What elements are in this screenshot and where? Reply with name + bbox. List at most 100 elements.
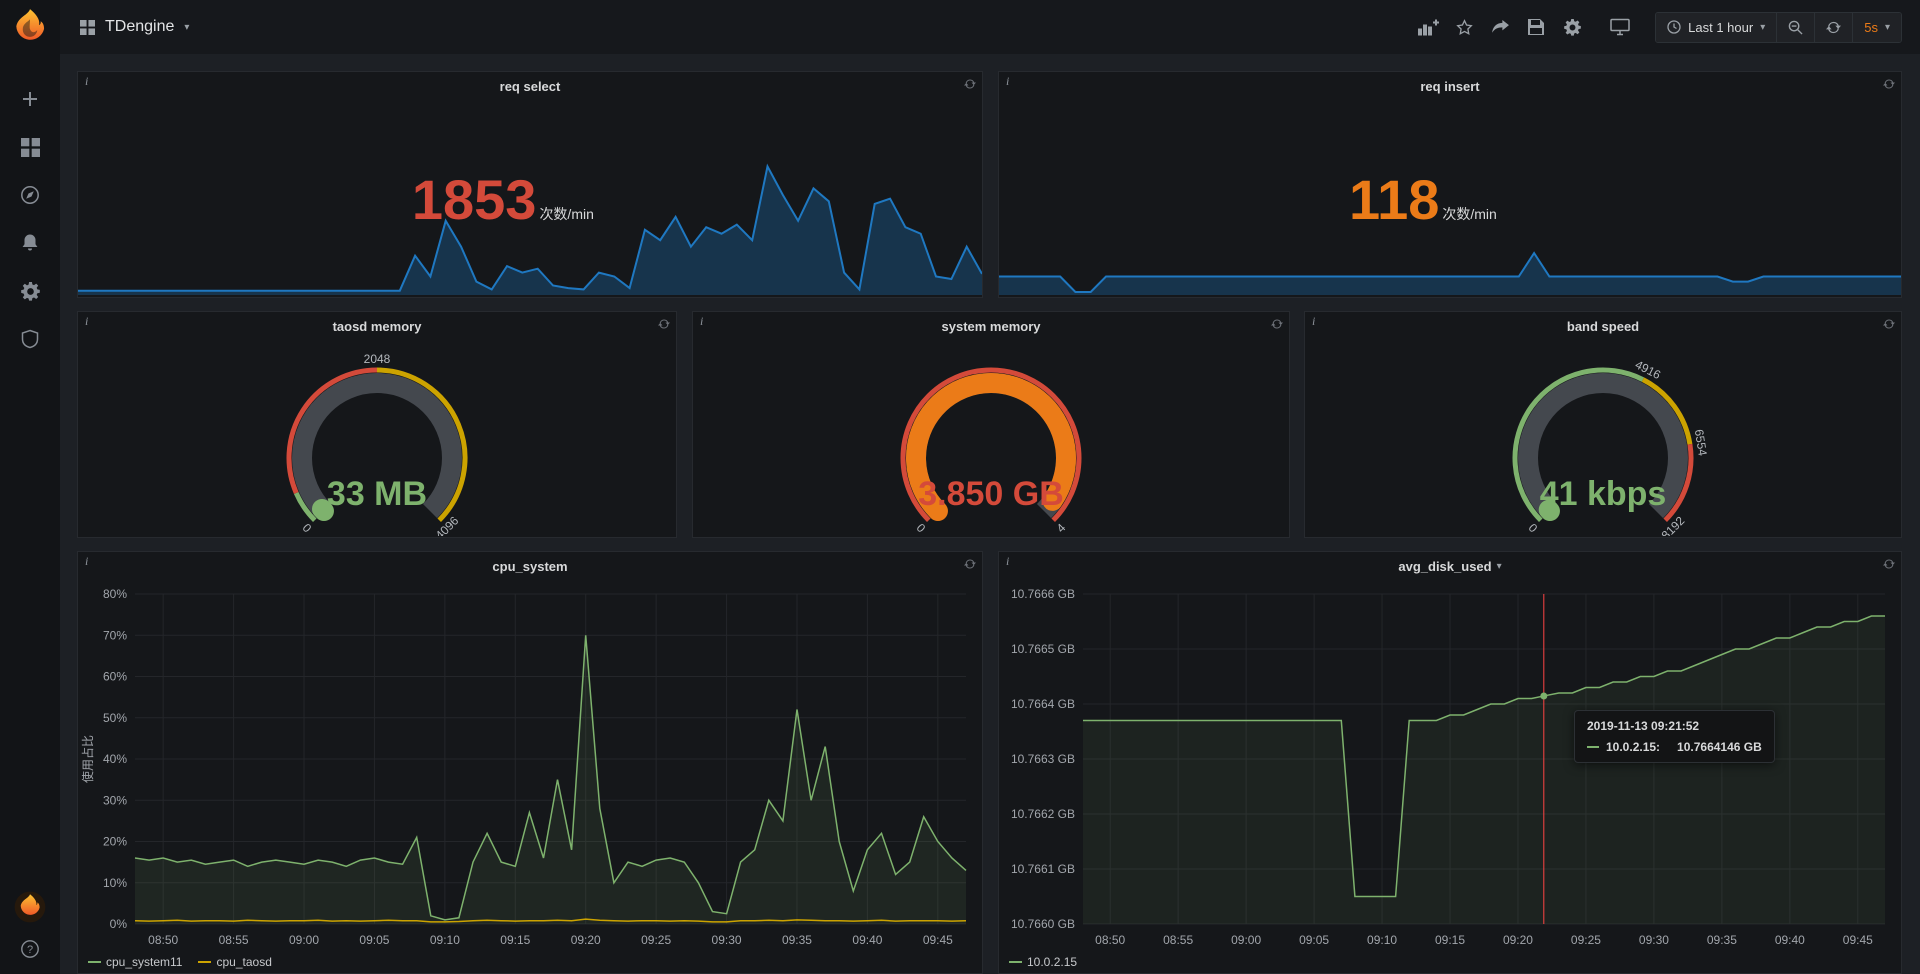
time-range-picker[interactable]: Last 1 hour ▾ (1656, 13, 1776, 42)
sidebar-item-explore[interactable] (19, 184, 41, 206)
save-icon (1528, 19, 1544, 35)
graph-tooltip: 2019-11-13 09:21:52 10.0.2.15: 10.766414… (1574, 710, 1775, 763)
svg-text:09:35: 09:35 (1707, 933, 1737, 947)
svg-text:09:45: 09:45 (923, 933, 953, 947)
panel-loading-icon (1883, 558, 1895, 573)
avg-disk-used-legend: 10.0.2.15 (1009, 955, 1077, 969)
svg-text:70%: 70% (103, 628, 127, 642)
panel-info-icon[interactable]: i (700, 314, 703, 329)
svg-text:0: 0 (914, 521, 929, 536)
svg-text:08:50: 08:50 (1095, 933, 1125, 947)
panel-avg-disk-used: i avg_disk_used ▾ 10.7660 GB 10.7661 GB 10… (998, 551, 1902, 974)
panel-loading-icon (964, 558, 976, 573)
svg-text:10.7661 GB: 10.7661 GB (1011, 862, 1075, 876)
refresh-interval-picker[interactable]: 5s ▾ (1852, 13, 1901, 42)
legend-item[interactable]: 10.0.2.15 (1009, 955, 1077, 969)
panel-info-icon[interactable]: i (85, 74, 88, 89)
tooltip-timestamp: 2019-11-13 09:21:52 (1587, 719, 1762, 733)
panel-info-icon[interactable]: i (1312, 314, 1315, 329)
zoom-out-button[interactable] (1776, 13, 1814, 42)
svg-text:10.7666 GB: 10.7666 GB (1011, 587, 1075, 601)
gear-icon (21, 282, 40, 301)
dashboard-picker[interactable]: TDengine ▾ (80, 18, 189, 36)
chevron-down-icon: ▾ (1885, 22, 1890, 33)
svg-text:6554: 6554 (1692, 428, 1710, 457)
gear-icon (1564, 19, 1581, 36)
svg-text:80%: 80% (103, 587, 127, 601)
svg-text:10.7665 GB: 10.7665 GB (1011, 642, 1075, 656)
panel-info-icon[interactable]: i (1006, 554, 1009, 569)
panel-info-icon[interactable]: i (85, 314, 88, 329)
app: ? TDengine ▾ (0, 0, 1920, 974)
refresh-button[interactable] (1814, 13, 1852, 42)
svg-text:?: ? (27, 944, 33, 956)
sidebar-item-configuration[interactable] (19, 280, 41, 302)
zoom-out-icon (1788, 20, 1803, 35)
svg-text:09:30: 09:30 (1639, 933, 1669, 947)
refresh-interval-label: 5s (1864, 20, 1878, 35)
svg-text:09:10: 09:10 (1367, 933, 1397, 947)
save-dashboard-button[interactable] (1525, 16, 1547, 38)
help-button[interactable]: ? (20, 939, 40, 962)
panel-header-cpu-system[interactable]: cpu_system (78, 552, 982, 580)
time-range-label: Last 1 hour (1688, 20, 1753, 35)
explore-compass-icon (20, 185, 40, 205)
svg-text:09:40: 09:40 (852, 933, 882, 947)
panel-header-taosd-memory[interactable]: taosd memory (78, 312, 676, 340)
dashboards-icon (21, 138, 40, 157)
cycle-view-mode-button[interactable] (1609, 16, 1631, 38)
dashboard: i req select 1853 次数/min i req insert (60, 54, 1920, 974)
panel-header-avg-disk-used[interactable]: avg_disk_used ▾ (999, 552, 1901, 580)
cpu-system-graph[interactable]: 0%10%20%30%40%50%60%70%80%08:5008:5509:0… (78, 580, 982, 972)
svg-text:09:00: 09:00 (289, 933, 319, 947)
panel-title: cpu_system (492, 559, 567, 574)
star-dashboard-button[interactable] (1453, 16, 1475, 38)
svg-text:0%: 0% (110, 917, 128, 931)
svg-text:20%: 20% (103, 835, 127, 849)
share-dashboard-button[interactable] (1489, 16, 1511, 38)
sidebar-item-alerting[interactable] (19, 232, 41, 254)
grafana-logo[interactable] (11, 8, 49, 46)
bell-icon (20, 233, 40, 253)
clock-icon (1667, 20, 1681, 34)
svg-text:50%: 50% (103, 711, 127, 725)
panel-title: avg_disk_used (1398, 559, 1491, 574)
svg-text:09:05: 09:05 (1299, 933, 1329, 947)
svg-text:10.7663 GB: 10.7663 GB (1011, 752, 1075, 766)
panel-info-icon[interactable]: i (85, 554, 88, 569)
svg-text:10.7660 GB: 10.7660 GB (1011, 917, 1075, 931)
avg-disk-used-graph[interactable]: 10.7660 GB10.7661 GB10.7662 GB10.7663 GB… (999, 580, 1901, 972)
main-area: TDengine ▾ (60, 0, 1920, 974)
tooltip-series-swatch (1587, 746, 1599, 748)
panel-header-req-insert[interactable]: req insert (999, 72, 1901, 100)
gauge-value: 33 MB (78, 477, 676, 511)
chevron-down-icon: ▾ (1760, 22, 1765, 33)
panel-title: req insert (1420, 79, 1479, 94)
legend-item[interactable]: cpu_taosd (198, 955, 271, 969)
shield-icon (21, 329, 39, 349)
dashboard-settings-button[interactable] (1561, 16, 1583, 38)
sidebar-item-dashboards[interactable] (19, 136, 41, 158)
add-panel-button[interactable] (1417, 16, 1439, 38)
user-avatar[interactable] (14, 891, 46, 923)
sidebar-item-create[interactable] (19, 88, 41, 110)
dashboard-grid-icon (80, 20, 95, 35)
svg-text:09:15: 09:15 (500, 933, 530, 947)
question-circle-icon: ? (20, 939, 40, 959)
panel-header-system-memory[interactable]: system memory (693, 312, 1289, 340)
panel-band-speed: i band speed 0491665548192 41 kbps (1304, 311, 1902, 538)
sidebar-item-server-admin[interactable] (19, 328, 41, 350)
time-controls: Last 1 hour ▾ 5s (1655, 12, 1902, 43)
legend-item[interactable]: cpu_system11 (88, 955, 182, 969)
panel-header-req-select[interactable]: req select (78, 72, 982, 100)
panel-loading-icon (1883, 318, 1895, 333)
svg-text:4: 4 (1054, 520, 1069, 535)
panel-header-band-speed[interactable]: band speed (1305, 312, 1901, 340)
grafana-flame-icon (11, 8, 49, 46)
tooltip-series-row: 10.0.2.15: 10.7664146 GB (1587, 740, 1762, 754)
add-panel-icon (1418, 19, 1439, 36)
svg-text:09:05: 09:05 (359, 933, 389, 947)
panel-info-icon[interactable]: i (1006, 74, 1009, 89)
svg-text:09:40: 09:40 (1775, 933, 1805, 947)
svg-text:09:45: 09:45 (1843, 933, 1873, 947)
